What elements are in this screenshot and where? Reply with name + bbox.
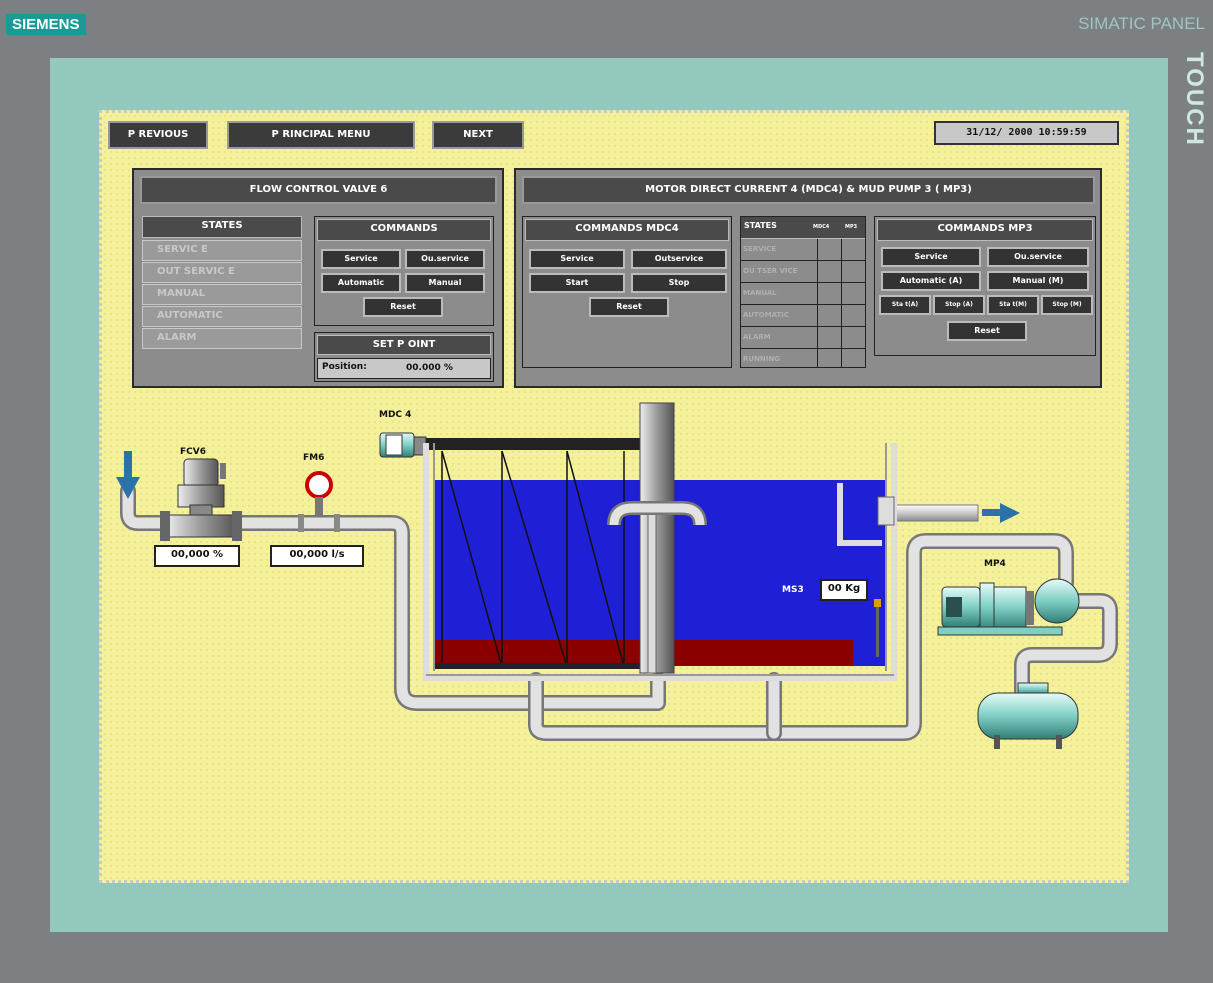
panel-title: SIMATIC PANEL	[1078, 14, 1205, 33]
mdc4-motor	[379, 432, 427, 458]
outlet-pipe	[891, 504, 979, 522]
ms3-label: MS3	[782, 585, 804, 595]
siemens-logo: SIEMENS	[6, 14, 86, 35]
fcv6-valve	[160, 458, 242, 541]
rake-bridge	[426, 438, 656, 450]
hmi-screen: P REVIOUS P RINCIPAL MENU NEXT 31/12/ 20…	[99, 110, 1129, 883]
touch-label: TOUCH	[1181, 52, 1208, 147]
mdc4-label: MDC 4	[379, 410, 412, 420]
fm6-label: FM6	[303, 453, 325, 463]
fcv6-label: FCV6	[180, 447, 206, 457]
fcv6-value: 00,000 %	[154, 545, 240, 567]
fm6-value: 00,000 l/s	[270, 545, 364, 567]
ms3-sensor	[874, 599, 881, 607]
mud-tank	[977, 682, 1079, 749]
inlet-arrow	[116, 451, 140, 499]
process-diagram	[116, 402, 1118, 749]
ms3-value: 00 Kg	[820, 579, 868, 601]
mp4-label: MP4	[984, 559, 1006, 569]
outlet-arrow	[982, 503, 1020, 523]
mp4-pump	[937, 578, 1080, 636]
